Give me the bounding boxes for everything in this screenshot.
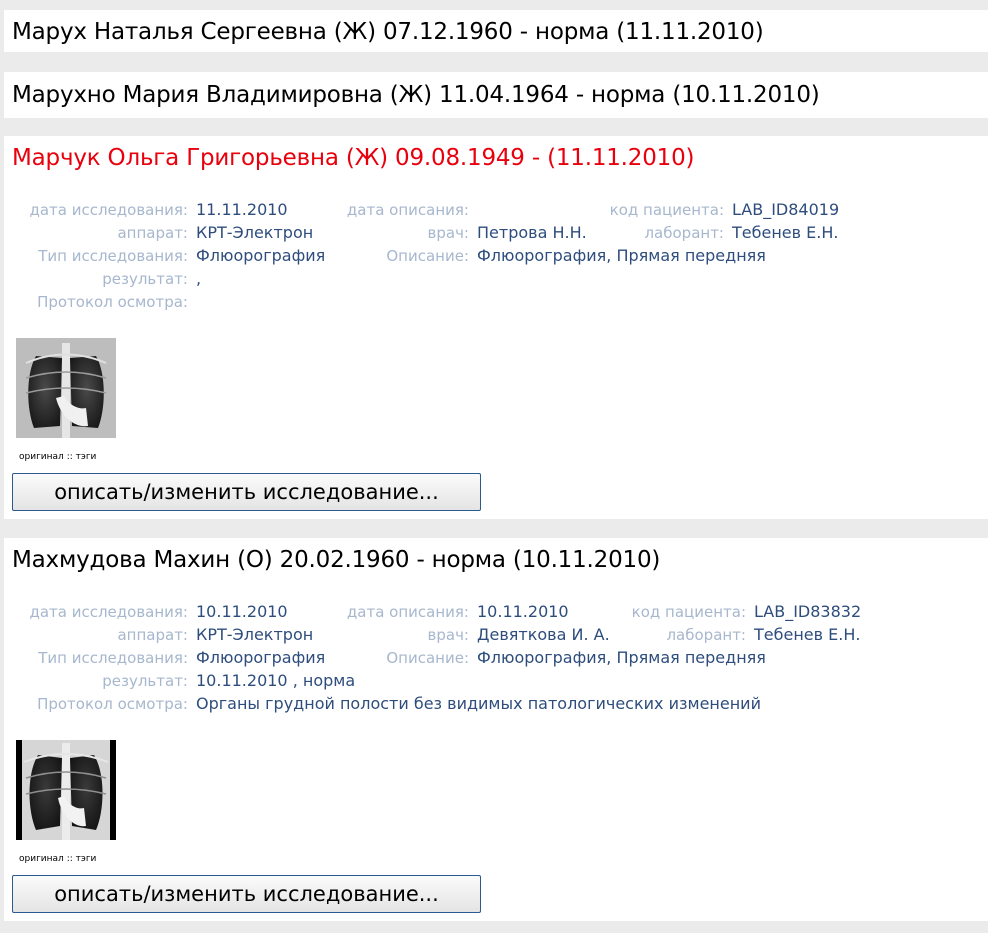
value-result: , <box>196 269 202 288</box>
patient-record: Махмудова Махин (О) 20.02.1960 - норма (… <box>4 538 988 921</box>
value-study-date: 11.11.2010 <box>196 200 288 219</box>
label-study-type: Тип исследования: <box>38 247 188 265</box>
value-patient-code: LAB_ID84019 <box>732 200 840 219</box>
label-patient-code: код пациента: <box>631 603 746 621</box>
label-result: результат: <box>102 672 188 690</box>
label-description-date: дата описания: <box>346 603 469 621</box>
value-result: 10.11.2010 , норма <box>196 671 356 690</box>
label-description: Описание: <box>386 247 469 265</box>
patient-title[interactable]: Марух Наталья Сергеевна (Ж) 07.12.1960 -… <box>12 19 764 45</box>
label-study-date: дата исследования: <box>29 603 188 621</box>
value-device: КРТ-Электрон <box>196 223 314 242</box>
patient-record: Марух Наталья Сергеевна (Ж) 07.12.1960 -… <box>4 10 988 52</box>
value-study-type: Флюорография <box>196 246 326 265</box>
label-description: Описание: <box>386 649 469 667</box>
label-protocol: Протокол осмотра: <box>37 695 188 713</box>
edit-study-button[interactable]: описать/изменить исследование... <box>12 473 481 511</box>
tags-link[interactable]: тэги <box>76 854 97 864</box>
label-device: аппарат: <box>117 224 188 242</box>
value-lab-assistant: Тебенев Е.Н. <box>754 625 861 644</box>
patient-title[interactable]: Марчук Ольга Григорьевна (Ж) 09.08.1949 … <box>12 145 695 171</box>
label-description-date: дата описания: <box>346 201 469 219</box>
patient-title[interactable]: Махмудова Махин (О) 20.02.1960 - норма (… <box>12 547 660 573</box>
value-doctor: Петрова Н.Н. <box>477 223 587 242</box>
xray-thumbnail[interactable] <box>16 338 116 438</box>
label-lab-assistant: лаборант: <box>644 224 724 242</box>
value-description: Флюорография, Прямая передняя <box>477 648 766 667</box>
patient-record: Марухно Мария Владимировна (Ж) 11.04.196… <box>4 72 988 118</box>
original-link[interactable]: оригинал <box>19 452 64 462</box>
value-study-type: Флюорография <box>196 648 326 667</box>
thumbnail-links: оригинал :: тэги <box>19 452 96 462</box>
label-study-type: Тип исследования: <box>38 649 188 667</box>
label-lab-assistant: лаборант: <box>666 626 746 644</box>
thumbnail-links: оригинал :: тэги <box>19 854 96 864</box>
value-protocol: Органы грудной полости без видимых патол… <box>196 694 761 713</box>
xray-thumbnail[interactable] <box>16 740 116 840</box>
label-doctor: врач: <box>427 224 469 242</box>
value-doctor: Девяткова И. А. <box>477 625 610 644</box>
label-study-date: дата исследования: <box>29 201 188 219</box>
label-protocol: Протокол осмотра: <box>37 293 188 311</box>
tags-link[interactable]: тэги <box>76 452 97 462</box>
value-description: Флюорография, Прямая передняя <box>477 246 766 265</box>
links-separator: :: <box>66 452 73 462</box>
value-device: КРТ-Электрон <box>196 625 314 644</box>
value-lab-assistant: Тебенев Е.Н. <box>732 223 839 242</box>
value-patient-code: LAB_ID83832 <box>754 602 862 621</box>
label-patient-code: код пациента: <box>609 201 724 219</box>
patient-title[interactable]: Марухно Мария Владимировна (Ж) 11.04.196… <box>12 82 820 108</box>
links-separator: :: <box>66 854 73 864</box>
label-result: результат: <box>102 270 188 288</box>
original-link[interactable]: оригинал <box>19 854 64 864</box>
edit-study-button[interactable]: описать/изменить исследование... <box>12 875 481 913</box>
label-device: аппарат: <box>117 626 188 644</box>
value-study-date: 10.11.2010 <box>196 602 288 621</box>
value-description-date: 10.11.2010 <box>477 602 569 621</box>
label-doctor: врач: <box>427 626 469 644</box>
patient-record: Марчук Ольга Григорьевна (Ж) 09.08.1949 … <box>4 136 988 519</box>
